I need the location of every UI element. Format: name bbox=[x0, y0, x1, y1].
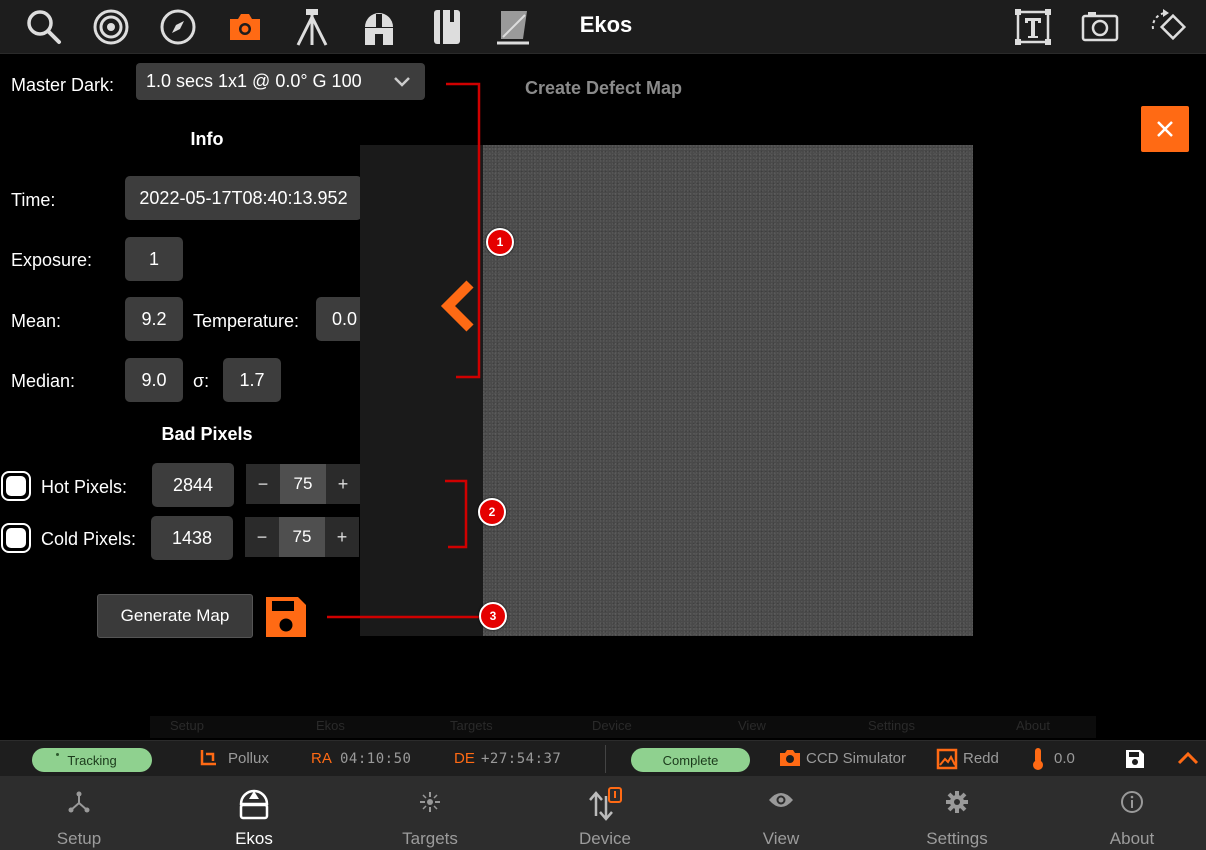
ghost-nav-targets: Targets bbox=[450, 718, 493, 733]
temperature-value: 0.0 bbox=[1054, 750, 1075, 767]
de-label: DE bbox=[454, 750, 475, 767]
nav-setup-label: Setup bbox=[56, 829, 102, 848]
setup-icon bbox=[0, 790, 165, 814]
nav-about-label: About bbox=[1109, 829, 1155, 848]
nav-device-label: Device bbox=[579, 829, 631, 848]
annotation-badge-1: 1 bbox=[486, 228, 514, 256]
background-nav-ghost: Setup Ekos Targets Device View Settings … bbox=[150, 716, 1096, 738]
ghost-nav-about: About bbox=[1016, 718, 1050, 733]
device-icon bbox=[519, 786, 691, 824]
status-bar: Tracking Pollux RA 04:10:50 DE +27:54:37… bbox=[0, 740, 1206, 776]
annotation-badge-3: 3 bbox=[479, 602, 507, 630]
ra-value: 04:10:50 bbox=[340, 751, 412, 767]
camera-name: CCD Simulator bbox=[806, 750, 907, 767]
eye-icon bbox=[695, 790, 867, 810]
de-value: +27:54:37 bbox=[481, 751, 562, 767]
nav-settings[interactable]: Settings bbox=[871, 776, 1043, 850]
nav-view[interactable]: View bbox=[695, 776, 867, 850]
tracking-status-text: Tracking bbox=[67, 752, 117, 768]
status-divider bbox=[605, 745, 606, 773]
annotation-badge-2: 2 bbox=[478, 498, 506, 526]
bottom-navigation: Setup Ekos Targets Device View Settings bbox=[0, 776, 1206, 850]
ghost-nav-view: View bbox=[738, 718, 766, 733]
camera-status-icon bbox=[779, 749, 801, 772]
targets-icon bbox=[344, 790, 516, 814]
nav-setup[interactable]: Setup bbox=[0, 776, 165, 850]
info-icon bbox=[1046, 790, 1206, 814]
nav-view-label: View bbox=[762, 829, 800, 848]
ghost-nav-setup: Setup bbox=[170, 718, 204, 733]
ghost-nav-settings: Settings bbox=[868, 718, 915, 733]
ra-label: RA bbox=[311, 750, 332, 767]
ghost-nav-device: Device bbox=[592, 718, 632, 733]
tracking-status-badge: Tracking bbox=[32, 748, 152, 772]
save-status-icon[interactable] bbox=[1125, 749, 1145, 774]
capture-status-badge: Complete bbox=[631, 748, 750, 772]
chevron-up-icon[interactable] bbox=[1177, 751, 1199, 770]
nav-settings-label: Settings bbox=[926, 829, 988, 848]
nav-ekos-label: Ekos bbox=[235, 829, 273, 848]
nav-ekos[interactable]: Ekos bbox=[168, 776, 340, 850]
image-name: Redd bbox=[963, 750, 999, 767]
annotation-lines bbox=[327, 82, 481, 619]
thermometer-icon bbox=[1031, 747, 1045, 776]
ghost-nav-ekos: Ekos bbox=[316, 718, 345, 733]
mount-target-icon bbox=[199, 748, 219, 773]
gear-icon bbox=[871, 790, 1043, 814]
nav-targets[interactable]: Targets bbox=[344, 776, 516, 850]
image-status-icon bbox=[936, 748, 958, 775]
nav-about[interactable]: About bbox=[1046, 776, 1206, 850]
observatory-nav-icon bbox=[168, 788, 340, 820]
target-name: Pollux bbox=[228, 750, 269, 767]
nav-targets-label: Targets bbox=[402, 829, 458, 848]
nav-device[interactable]: Device bbox=[519, 776, 691, 850]
